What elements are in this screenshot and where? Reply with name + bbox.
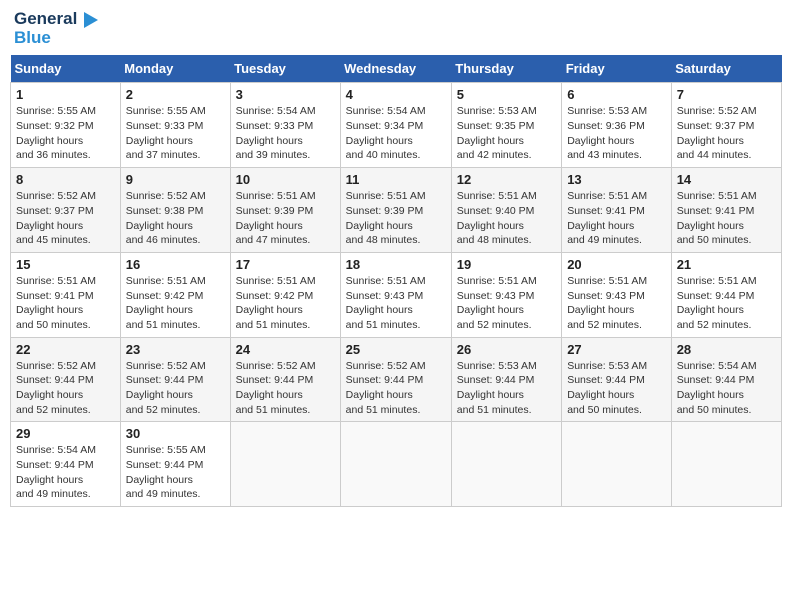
calendar-day: 29 Sunrise: 5:54 AMSunset: 9:44 PMDaylig…	[11, 422, 121, 507]
col-sunday: Sunday	[11, 55, 121, 83]
calendar-day: 3 Sunrise: 5:54 AMSunset: 9:33 PMDayligh…	[230, 83, 340, 168]
week-row-4: 22 Sunrise: 5:52 AMSunset: 9:44 PMDaylig…	[11, 337, 782, 422]
calendar-day: 12 Sunrise: 5:51 AMSunset: 9:40 PMDaylig…	[451, 168, 561, 253]
calendar-day: 2 Sunrise: 5:55 AMSunset: 9:33 PMDayligh…	[120, 83, 230, 168]
calendar-day: 28 Sunrise: 5:54 AMSunset: 9:44 PMDaylig…	[671, 337, 781, 422]
calendar-table: Sunday Monday Tuesday Wednesday Thursday…	[10, 55, 782, 507]
calendar-day: 30 Sunrise: 5:55 AMSunset: 9:44 PMDaylig…	[120, 422, 230, 507]
calendar-day: 14 Sunrise: 5:51 AMSunset: 9:41 PMDaylig…	[671, 168, 781, 253]
week-row-2: 8 Sunrise: 5:52 AMSunset: 9:37 PMDayligh…	[11, 168, 782, 253]
calendar-day: 24 Sunrise: 5:52 AMSunset: 9:44 PMDaylig…	[230, 337, 340, 422]
empty-cell	[562, 422, 672, 507]
calendar-day: 8 Sunrise: 5:52 AMSunset: 9:37 PMDayligh…	[11, 168, 121, 253]
col-tuesday: Tuesday	[230, 55, 340, 83]
calendar-day: 7 Sunrise: 5:52 AMSunset: 9:37 PMDayligh…	[671, 83, 781, 168]
page-header: General Blue	[10, 10, 782, 47]
week-row-3: 15 Sunrise: 5:51 AMSunset: 9:41 PMDaylig…	[11, 252, 782, 337]
logo-text: General Blue	[14, 10, 98, 47]
empty-cell	[451, 422, 561, 507]
calendar-day: 21 Sunrise: 5:51 AMSunset: 9:44 PMDaylig…	[671, 252, 781, 337]
col-wednesday: Wednesday	[340, 55, 451, 83]
calendar-day: 15 Sunrise: 5:51 AMSunset: 9:41 PMDaylig…	[11, 252, 121, 337]
calendar-day: 16 Sunrise: 5:51 AMSunset: 9:42 PMDaylig…	[120, 252, 230, 337]
calendar-day: 22 Sunrise: 5:52 AMSunset: 9:44 PMDaylig…	[11, 337, 121, 422]
calendar-day: 18 Sunrise: 5:51 AMSunset: 9:43 PMDaylig…	[340, 252, 451, 337]
calendar-day: 19 Sunrise: 5:51 AMSunset: 9:43 PMDaylig…	[451, 252, 561, 337]
col-saturday: Saturday	[671, 55, 781, 83]
calendar-day: 9 Sunrise: 5:52 AMSunset: 9:38 PMDayligh…	[120, 168, 230, 253]
calendar-day: 25 Sunrise: 5:52 AMSunset: 9:44 PMDaylig…	[340, 337, 451, 422]
col-monday: Monday	[120, 55, 230, 83]
calendar-day: 1 Sunrise: 5:55 AMSunset: 9:32 PMDayligh…	[11, 83, 121, 168]
calendar-header-row: Sunday Monday Tuesday Wednesday Thursday…	[11, 55, 782, 83]
calendar-day: 26 Sunrise: 5:53 AMSunset: 9:44 PMDaylig…	[451, 337, 561, 422]
calendar-day: 6 Sunrise: 5:53 AMSunset: 9:36 PMDayligh…	[562, 83, 672, 168]
calendar-day: 23 Sunrise: 5:52 AMSunset: 9:44 PMDaylig…	[120, 337, 230, 422]
col-thursday: Thursday	[451, 55, 561, 83]
logo: General Blue	[14, 10, 98, 47]
calendar-day: 13 Sunrise: 5:51 AMSunset: 9:41 PMDaylig…	[562, 168, 672, 253]
empty-cell	[340, 422, 451, 507]
calendar-day: 11 Sunrise: 5:51 AMSunset: 9:39 PMDaylig…	[340, 168, 451, 253]
calendar-day: 20 Sunrise: 5:51 AMSunset: 9:43 PMDaylig…	[562, 252, 672, 337]
calendar-day: 5 Sunrise: 5:53 AMSunset: 9:35 PMDayligh…	[451, 83, 561, 168]
calendar-day: 17 Sunrise: 5:51 AMSunset: 9:42 PMDaylig…	[230, 252, 340, 337]
week-row-1: 1 Sunrise: 5:55 AMSunset: 9:32 PMDayligh…	[11, 83, 782, 168]
calendar-day: 10 Sunrise: 5:51 AMSunset: 9:39 PMDaylig…	[230, 168, 340, 253]
calendar-day: 4 Sunrise: 5:54 AMSunset: 9:34 PMDayligh…	[340, 83, 451, 168]
logo-chevron-icon	[84, 12, 98, 28]
col-friday: Friday	[562, 55, 672, 83]
empty-cell	[230, 422, 340, 507]
week-row-5: 29 Sunrise: 5:54 AMSunset: 9:44 PMDaylig…	[11, 422, 782, 507]
calendar-day: 27 Sunrise: 5:53 AMSunset: 9:44 PMDaylig…	[562, 337, 672, 422]
empty-cell	[671, 422, 781, 507]
